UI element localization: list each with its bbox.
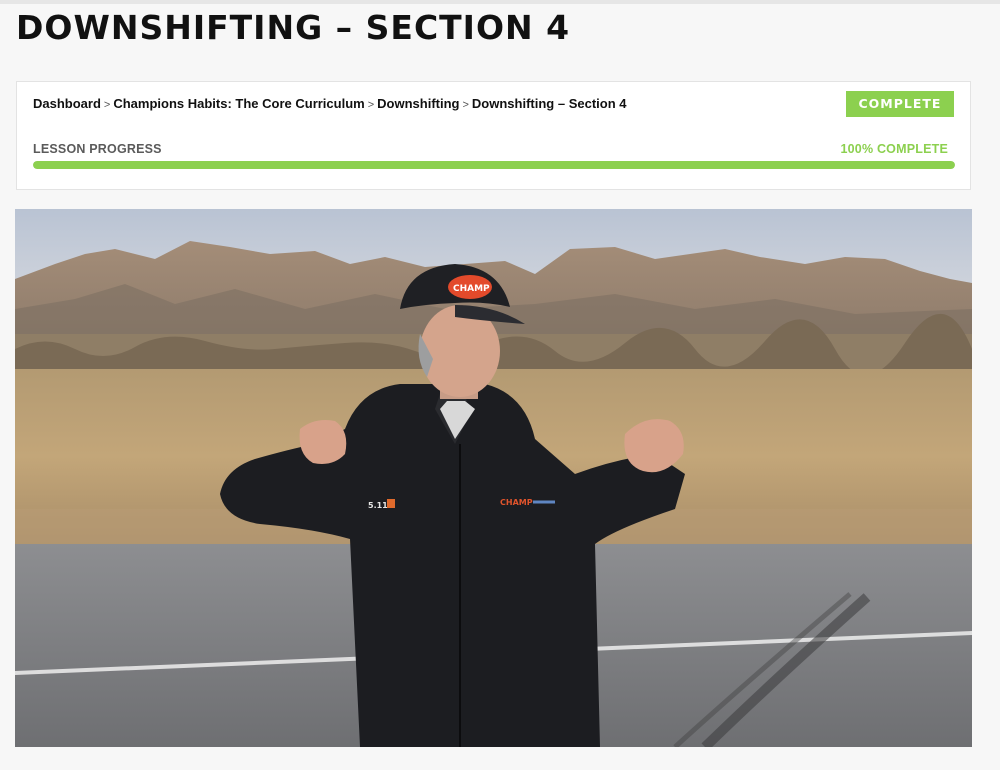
breadcrumb-course[interactable]: Champions Habits: The Core Curriculum — [113, 96, 364, 111]
breadcrumb-topic[interactable]: Downshifting — [377, 96, 459, 111]
lesson-progress-label: LESSON PROGRESS — [33, 142, 162, 156]
breadcrumb-separator: > — [367, 99, 375, 111]
lesson-progress-card: Dashboard > Champions Habits: The Core Cur… — [16, 81, 971, 190]
complete-status-button[interactable]: COMPLETE — [846, 91, 954, 117]
cap-logo-text: CHAMP — [453, 284, 490, 294]
jacket-logo-text: CHAMP — [500, 498, 533, 507]
jacket-badge-text: 5.11 — [368, 501, 388, 510]
breadcrumb: Dashboard > Champions Habits: The Core Cur… — [33, 96, 627, 111]
breadcrumb-dashboard[interactable]: Dashboard — [33, 96, 101, 111]
breadcrumb-separator: > — [103, 99, 111, 111]
breadcrumb-current-lesson: Downshifting – Section 4 — [471, 96, 627, 111]
lesson-progress-fill — [33, 161, 955, 169]
page-title: DOWNSHIFTING – SECTION 4 — [16, 8, 571, 47]
breadcrumb-separator: > — [462, 99, 469, 111]
lesson-progress-bar — [33, 161, 955, 169]
lesson-progress-percent: 100% COMPLETE — [840, 142, 948, 156]
video-still-image: 5.11 CHAMP CHAMP — [15, 209, 972, 747]
lesson-video[interactable]: 5.11 CHAMP CHAMP — [15, 209, 972, 747]
top-divider — [0, 0, 1000, 4]
